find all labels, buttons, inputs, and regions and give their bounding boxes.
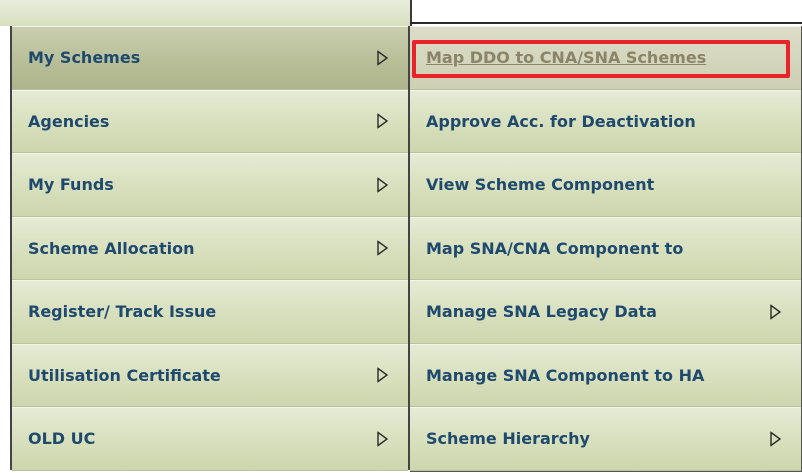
menu-item-utilisation-certificate[interactable]: Utilisation Certificate: [12, 343, 408, 407]
triangle-right-outline-icon: [770, 431, 781, 447]
menu-item-label: Scheme Allocation: [28, 238, 195, 258]
menu-item-label: Approve Acc. for Deactivation: [426, 111, 696, 131]
submenu-item-manage-component-ha[interactable]: Manage SNA Component to HA: [410, 343, 801, 407]
primary-menu: My Schemes Agencies My Funds Scheme Allo…: [10, 26, 410, 471]
triangle-right-outline-icon: [377, 113, 388, 129]
menu-item-label: Agencies: [28, 111, 110, 131]
triangle-right-outline-icon: [377, 240, 388, 256]
submenu-item-approve-deactivation[interactable]: Approve Acc. for Deactivation: [410, 89, 801, 153]
menu-item-label: Register/ Track Issue: [28, 302, 217, 322]
triangle-right-outline-icon: [377, 431, 388, 447]
menu-item-label: View Scheme Component: [426, 175, 655, 195]
menu-item-register-track-issue[interactable]: Register/ Track Issue: [12, 280, 408, 344]
submenu-item-scheme-hierarchy[interactable]: Scheme Hierarchy: [410, 407, 801, 471]
triangle-right-outline-icon: [377, 50, 388, 66]
menu-item-agencies[interactable]: Agencies: [12, 89, 408, 153]
top-strip: [0, 0, 412, 26]
menu-item-old-uc[interactable]: OLD UC: [12, 407, 408, 471]
menu-item-scheme-allocation[interactable]: Scheme Allocation: [12, 216, 408, 280]
menu-item-label: OLD UC: [28, 429, 96, 449]
submenu-item-view-scheme-component[interactable]: View Scheme Component: [410, 153, 801, 217]
menu-item-label: My Funds: [28, 175, 114, 195]
menu-stage: My Schemes Agencies My Funds Scheme Allo…: [0, 0, 802, 473]
menu-item-label: Manage SNA Legacy Data: [426, 302, 657, 322]
menu-item-label: Map DDO to CNA/SNA Schemes: [426, 48, 707, 68]
submenu-item-map-ddo[interactable]: Map DDO to CNA/SNA Schemes: [410, 26, 801, 90]
menu-item-label: Map SNA/CNA Component to: [426, 238, 684, 258]
top-divider: [410, 22, 802, 24]
menu-item-my-schemes[interactable]: My Schemes: [12, 26, 408, 90]
submenu-item-map-component[interactable]: Map SNA/CNA Component to: [410, 216, 801, 280]
menu-item-my-funds[interactable]: My Funds: [12, 153, 408, 217]
menu-item-label: My Schemes: [28, 48, 141, 68]
menu-item-label: Manage SNA Component to HA: [426, 365, 705, 385]
submenu-my-schemes: Map DDO to CNA/SNA Schemes Approve Acc. …: [410, 26, 802, 472]
menu-item-label: Utilisation Certificate: [28, 365, 221, 385]
triangle-right-outline-icon: [377, 177, 388, 193]
triangle-right-outline-icon: [770, 304, 781, 320]
triangle-right-outline-icon: [377, 367, 388, 383]
submenu-item-manage-legacy-data[interactable]: Manage SNA Legacy Data: [410, 280, 801, 344]
menu-item-label: Scheme Hierarchy: [426, 429, 590, 449]
